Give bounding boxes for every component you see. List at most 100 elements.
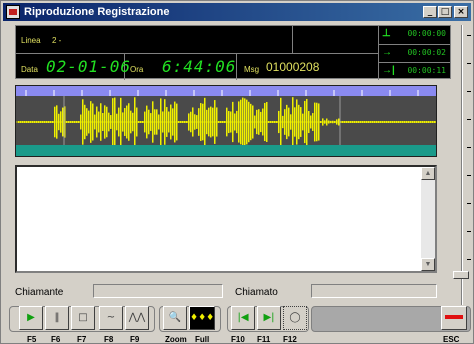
waveform-bar [388,121,390,123]
waveform-bar [110,115,112,129]
waveform-bar [266,101,268,143]
waveform-bar [330,120,332,124]
scroll-down-icon[interactable]: ▼ [421,258,435,271]
waveform-bar [290,114,292,130]
go-end-button[interactable]: ▶| [257,306,281,330]
volume-slider[interactable] [453,25,471,305]
waveform-bar [236,110,238,134]
chiamante-field[interactable] [93,284,223,298]
waveform-bar [30,121,32,123]
waveform-bar [414,121,416,123]
waveform-bar [242,97,244,146]
pause-icon: ‖ [54,312,60,323]
stop-icon: □ [78,312,88,323]
ora-label: Ora [130,65,144,74]
vertical-scrollbar[interactable]: ▲ ▼ [421,167,435,271]
f12-button[interactable]: ◯ [283,306,307,330]
waveform-bar [62,107,64,137]
waveform-bar [92,103,94,141]
slider-thumb[interactable] [453,271,469,279]
key-label: F7 [77,335,87,344]
waveform-bar [162,111,164,133]
waveform-bar [348,121,350,123]
slider-tick [467,147,471,148]
window-title: Riproduzione Registrazione [24,6,170,18]
waveform-bar [284,109,286,135]
chiamato-field[interactable] [311,284,437,298]
waveform-bar [156,109,158,135]
waveform-bar [416,121,418,123]
key-label: F8 [104,335,114,344]
msg-label: Msg [244,65,260,74]
waveform-bar [308,110,310,134]
esc-button[interactable] [441,306,467,330]
f8-button[interactable]: ~ [99,306,123,330]
zoom-button[interactable]: 🔍 [163,306,187,330]
waveform-bar [304,100,306,144]
waveform-bar [336,119,338,125]
chiamato-label: Chiamato [235,287,278,298]
waveform-bar [226,107,228,137]
waveform-bar [324,120,326,124]
waveform-bar [256,109,258,135]
close-button[interactable]: × [454,6,468,18]
go-start-button[interactable]: |◀ [231,306,255,330]
waveform-bar [26,121,28,123]
waveform-bar [342,121,344,123]
linea-value: 2 - [52,36,62,45]
waveform-view[interactable] [15,85,437,157]
waveform-bar [48,121,50,123]
minimize-button[interactable]: _ [423,6,437,18]
waveform-bar [34,121,36,123]
waveform-bar [208,107,210,137]
waveform-bar [54,106,56,138]
pause-button[interactable]: ‖ [45,306,69,330]
waveform-bar [38,121,40,123]
waveform-bar [94,114,96,130]
waveform-bar [200,103,202,141]
slider-tick [467,231,471,232]
waveform-bar [302,113,304,131]
full-button[interactable]: ♦♦♦ [189,306,215,330]
play-button[interactable]: ▶ [19,306,43,330]
waveform-bar [74,121,76,123]
title-bar: Riproduzione Registrazione _ □ × [3,3,471,21]
f9-button[interactable]: ⋀⋀ [125,306,149,330]
waveform-bar [82,99,84,145]
waveform-bar [168,111,170,133]
skip-start-icon: |◀ [237,312,249,323]
notes-textarea[interactable]: ▲ ▼ [15,165,437,273]
waveform-bar [410,121,412,123]
arrow-end-icon: →| [382,65,395,76]
stop-button[interactable]: □ [71,306,95,330]
waveform-bar [52,121,54,123]
waveform-bar [258,109,260,135]
key-label: F10 [231,335,245,344]
waveform-bar [430,121,432,123]
waveform-bar [90,101,92,143]
waveform-bar [228,110,230,134]
waveform-bar [146,105,148,139]
waveform-bar [282,115,284,129]
waveform-bar [292,97,294,146]
maximize-button[interactable]: □ [438,6,452,18]
waveform-bar [42,121,44,123]
waveform-bar [120,97,122,146]
waveform-bar [402,121,404,123]
waveform-bar [434,121,436,123]
key-label: F9 [130,335,140,344]
waveform-bar [204,97,206,146]
waveform-bar [280,97,282,146]
waveform-bar [250,103,252,141]
slider-tick [467,119,471,120]
waveform-bar [396,121,398,123]
waveform-bar [272,121,274,123]
waveform-bar [72,121,74,123]
waveform-bar [296,99,298,145]
waveform-bar [392,121,394,123]
timer-position-value: 00:00:00 [407,29,446,38]
waveform-bar [268,121,270,123]
scroll-up-icon[interactable]: ▲ [421,167,435,180]
linea-label: Linea [21,36,41,45]
waveform-bar [186,121,188,123]
